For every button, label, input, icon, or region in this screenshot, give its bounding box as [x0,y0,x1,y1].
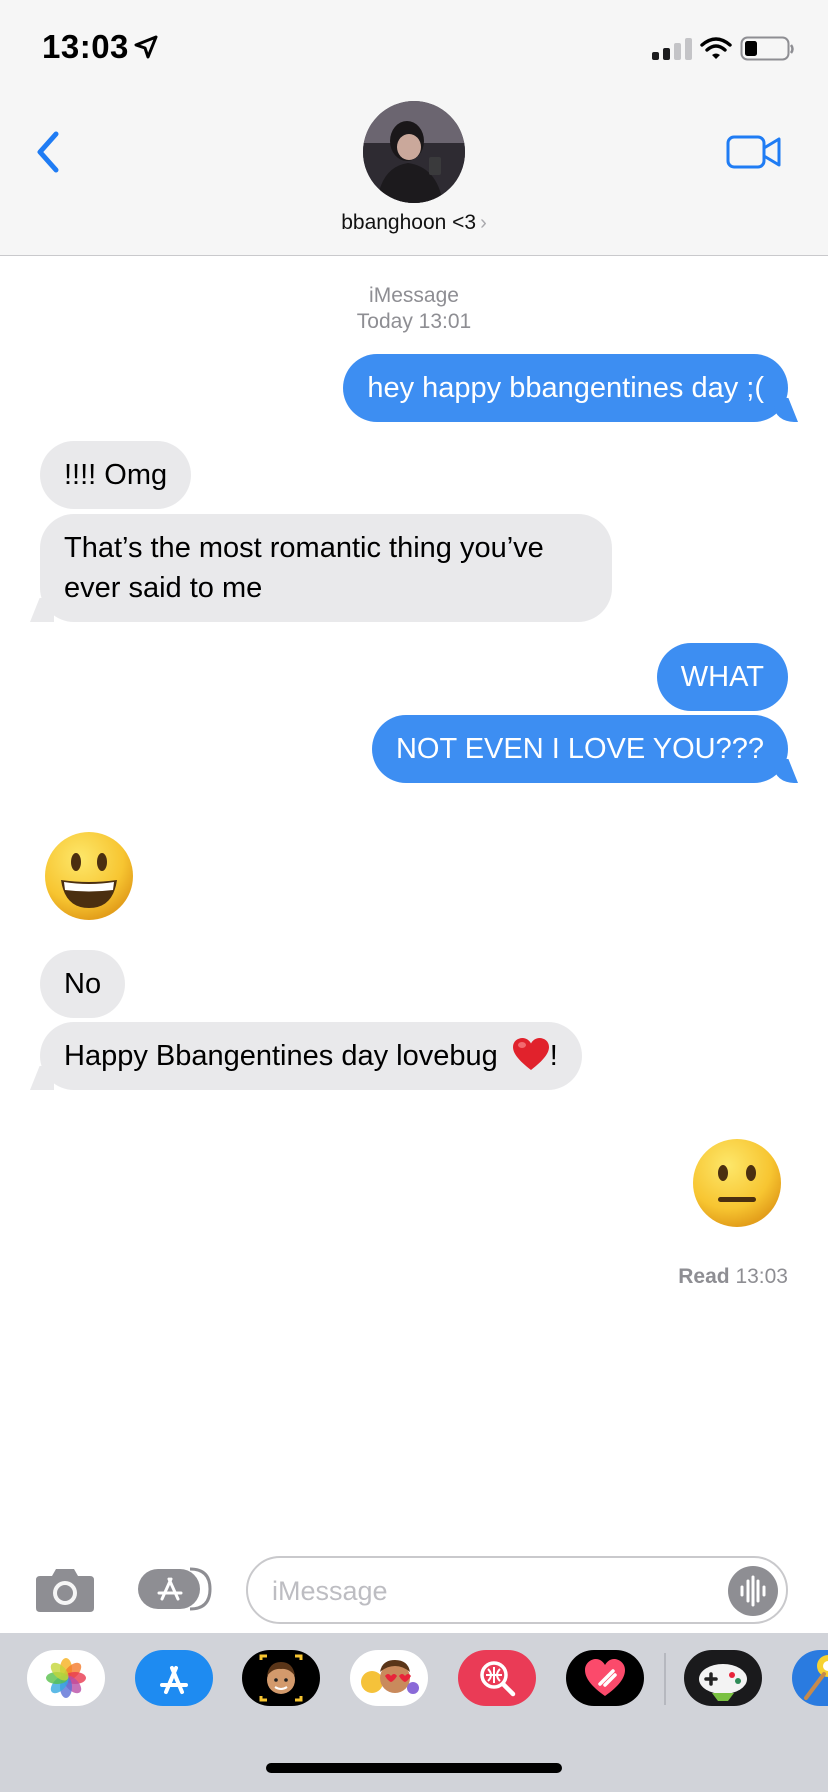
waveform-icon [740,1575,766,1607]
message-bubble-sent[interactable]: WHAT [656,643,788,711]
contact-avatar[interactable] [363,101,465,203]
digital-touch-app-icon[interactable] [566,1650,644,1706]
game-app-icon[interactable] [684,1650,762,1706]
message-text: That’s the most romantic thing you’ve ev… [64,532,544,604]
read-receipt: Read 13:03 [678,1265,788,1289]
neutral-face-emoji-icon[interactable] [691,1137,783,1229]
message-bubble-received[interactable]: Happy Bbangentines day lovebug ! [40,1022,582,1090]
message-text: No [64,968,102,1000]
message-bubble-sent[interactable]: NOT EVEN I LOVE YOU??? [371,715,788,783]
pool-game-app-icon[interactable] [792,1650,828,1706]
read-label: Read [678,1265,730,1288]
contact-name: bbanghoon <3 [341,211,477,234]
app-store-app-icon[interactable] [135,1650,213,1706]
conversation-header: 13:03 bbanghoon <3 › [0,0,828,256]
status-time: 13:03 [42,28,129,65]
facetime-video-button[interactable] [726,134,782,170]
message-input[interactable] [272,1570,712,1612]
app-store-button[interactable] [138,1565,214,1613]
message-text: WHAT [680,661,764,693]
message-bubble-received[interactable]: No [40,950,126,1018]
message-suffix: ! [549,1040,558,1072]
message-text: NOT EVEN I LOVE YOU??? [395,733,764,765]
battery-icon [740,36,794,61]
message-text: hey happy bbangentines day ;( [367,372,764,404]
photos-app-icon[interactable] [27,1650,105,1706]
chevron-right-icon: › [480,212,487,234]
contact-photo [363,101,465,203]
contact-name-button[interactable]: bbanghoon <3 › [0,211,828,235]
back-button[interactable] [30,128,66,176]
message-bubble-sent[interactable]: hey happy bbangentines day ;( [343,354,788,422]
message-bubble-received[interactable]: !!!! Omg [40,441,192,509]
audio-message-button[interactable] [728,1566,778,1616]
message-text: Happy Bbangentines day lovebug [64,1040,498,1072]
web-images-app-icon[interactable] [458,1650,536,1706]
location-arrow-icon [134,35,158,59]
camera-button[interactable] [34,1564,96,1614]
read-time: 13:03 [735,1265,788,1288]
home-indicator[interactable] [266,1763,562,1773]
animoji-stickers-app-icon[interactable] [350,1650,428,1706]
message-text: !!!! Omg [64,459,168,491]
cellular-signal-icon [652,38,692,60]
red-heart-emoji-icon [512,1038,549,1070]
drawer-divider [664,1653,666,1705]
thread-timestamp: Today 13:01 [356,310,472,333]
wifi-icon [700,37,732,59]
message-input-field[interactable] [246,1556,788,1624]
service-label: iMessage [369,284,459,307]
grinning-face-emoji-icon[interactable] [43,830,135,922]
memoji-app-icon[interactable] [242,1650,320,1706]
message-bubble-received[interactable]: That’s the most romantic thing you’ve ev… [40,514,612,622]
